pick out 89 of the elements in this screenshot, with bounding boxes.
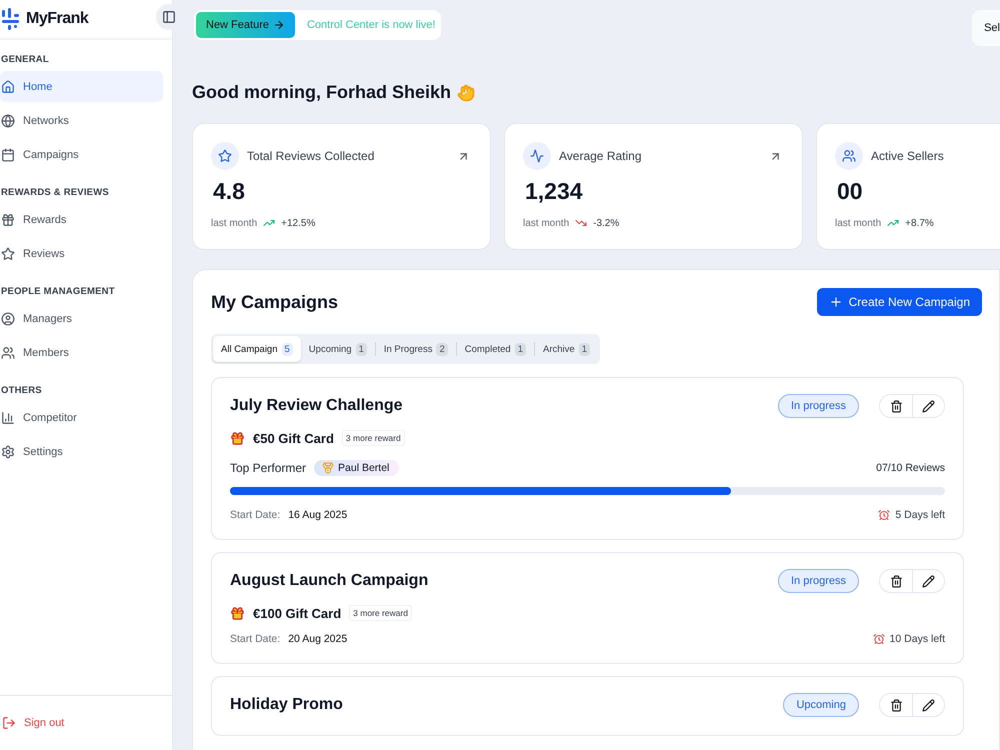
pencil-icon xyxy=(922,400,935,412)
nav-item[interactable]: Networks xyxy=(0,105,163,136)
trash-icon xyxy=(890,400,902,412)
change-value: +8.7% xyxy=(905,218,934,228)
nav-icon xyxy=(1,410,15,424)
stat-title: Active Sellers xyxy=(871,149,945,163)
sign-out-link[interactable]: Sign out xyxy=(0,695,172,750)
stat-title: Average Rating xyxy=(559,149,642,163)
period-label: last month xyxy=(523,218,570,228)
announcement-text: Control Center is now live! xyxy=(306,19,436,31)
change-value: +12.5% xyxy=(281,218,316,228)
nav-icon xyxy=(1,148,15,162)
review-count: 07/10 Reviews xyxy=(876,462,945,474)
medal-icon xyxy=(322,462,334,474)
stat-title: Total Reviews Collected xyxy=(247,149,376,163)
trash-icon xyxy=(890,574,902,588)
edit-button[interactable] xyxy=(912,570,944,592)
arrow-right-icon xyxy=(272,19,285,31)
stat-value: 00 xyxy=(837,178,864,205)
gift-icon xyxy=(230,606,245,620)
waving-hand-icon xyxy=(457,84,475,102)
nav-icon xyxy=(1,346,15,360)
reward-text: €50 Gift Card xyxy=(253,430,334,446)
nav-item[interactable]: Rewards xyxy=(0,204,163,235)
alarm-clock-icon xyxy=(872,633,885,645)
filter-tab[interactable]: Archive 1 xyxy=(535,336,598,362)
nav-icon xyxy=(1,80,15,94)
gift-icon xyxy=(230,430,245,446)
campaign-name: Holiday Promo xyxy=(230,696,344,714)
start-date: 16 Aug 2025 xyxy=(288,509,348,521)
new-feature-badge[interactable]: New Feature xyxy=(196,12,295,38)
sidebar-toggle-icon xyxy=(162,10,176,24)
nav-icon xyxy=(1,246,15,260)
stat-value: 1,234 xyxy=(525,178,584,205)
top-performer-label: Top Performer xyxy=(230,461,306,475)
edit-button[interactable] xyxy=(912,395,944,417)
logo-icon xyxy=(2,8,20,30)
trash-icon xyxy=(890,698,902,712)
section-title: GENERAL xyxy=(0,53,50,67)
filter-tab[interactable]: In Progress 2 xyxy=(376,336,456,362)
nav-item[interactable]: Reviews xyxy=(0,238,163,269)
status-badge: In progress xyxy=(778,394,859,418)
section-title: OTHERS xyxy=(0,384,43,398)
more-rewards-tag: 3 more reward xyxy=(349,605,412,621)
start-date-label: Start Date: xyxy=(230,509,280,521)
nav-icon xyxy=(1,212,15,226)
campaign-name: August Launch Campaign xyxy=(230,572,430,590)
greeting-heading: Good morning, Forhad Sheikh xyxy=(192,82,451,103)
performer-chip: Paul Bertel xyxy=(314,460,400,476)
section-title: REWARDS & REVIEWS xyxy=(0,186,110,200)
days-left: 5 Days left xyxy=(878,509,945,521)
alarm-clock-icon xyxy=(878,509,890,521)
nav-item[interactable]: Competitor xyxy=(0,402,163,433)
nav-item[interactable]: Members xyxy=(0,337,163,368)
brand-name: MyFrank xyxy=(26,10,88,28)
filter-tab[interactable]: Completed 1 xyxy=(456,336,534,362)
pencil-icon xyxy=(922,698,935,712)
status-badge: In progress xyxy=(778,569,859,593)
edit-button[interactable] xyxy=(912,694,944,716)
days-left: 10 Days left xyxy=(872,633,945,645)
start-date-label: Start Date: xyxy=(230,633,280,645)
change-value: -3.2% xyxy=(593,218,620,228)
reward-text: €100 Gift Card xyxy=(253,606,342,620)
stat-icon xyxy=(211,142,239,170)
more-rewards-tag: 3 more reward xyxy=(342,430,405,446)
panel-title: My Campaigns xyxy=(211,292,338,312)
nav-item[interactable]: Managers xyxy=(0,303,163,334)
campaign-name: July Review Challenge xyxy=(230,397,404,415)
filter-tab[interactable]: All Campaign 5 xyxy=(213,336,301,362)
create-campaign-button[interactable]: Create New Campaign xyxy=(816,288,982,316)
logout-icon xyxy=(2,716,16,730)
stat-icon xyxy=(835,142,863,170)
stat-value: 4.8 xyxy=(213,178,246,205)
stat-icon xyxy=(523,142,551,170)
period-label: last month xyxy=(835,218,882,228)
plus-icon xyxy=(828,295,843,309)
select-button[interactable]: Sel xyxy=(972,10,1000,46)
section-title: PEOPLE MANAGEMENT xyxy=(0,285,116,299)
pencil-icon xyxy=(922,574,935,588)
start-date: 20 Aug 2025 xyxy=(288,633,348,645)
status-badge: Upcoming xyxy=(783,693,859,717)
period-label: last month xyxy=(211,218,258,228)
nav-item[interactable]: Home xyxy=(0,71,163,102)
nav-icon xyxy=(1,312,15,326)
nav-icon xyxy=(1,444,15,458)
nav-item[interactable]: Settings xyxy=(0,436,163,467)
nav-item[interactable]: Campaigns xyxy=(0,139,163,170)
filter-tab[interactable]: Upcoming 1 xyxy=(300,336,375,362)
nav-icon xyxy=(1,114,15,128)
